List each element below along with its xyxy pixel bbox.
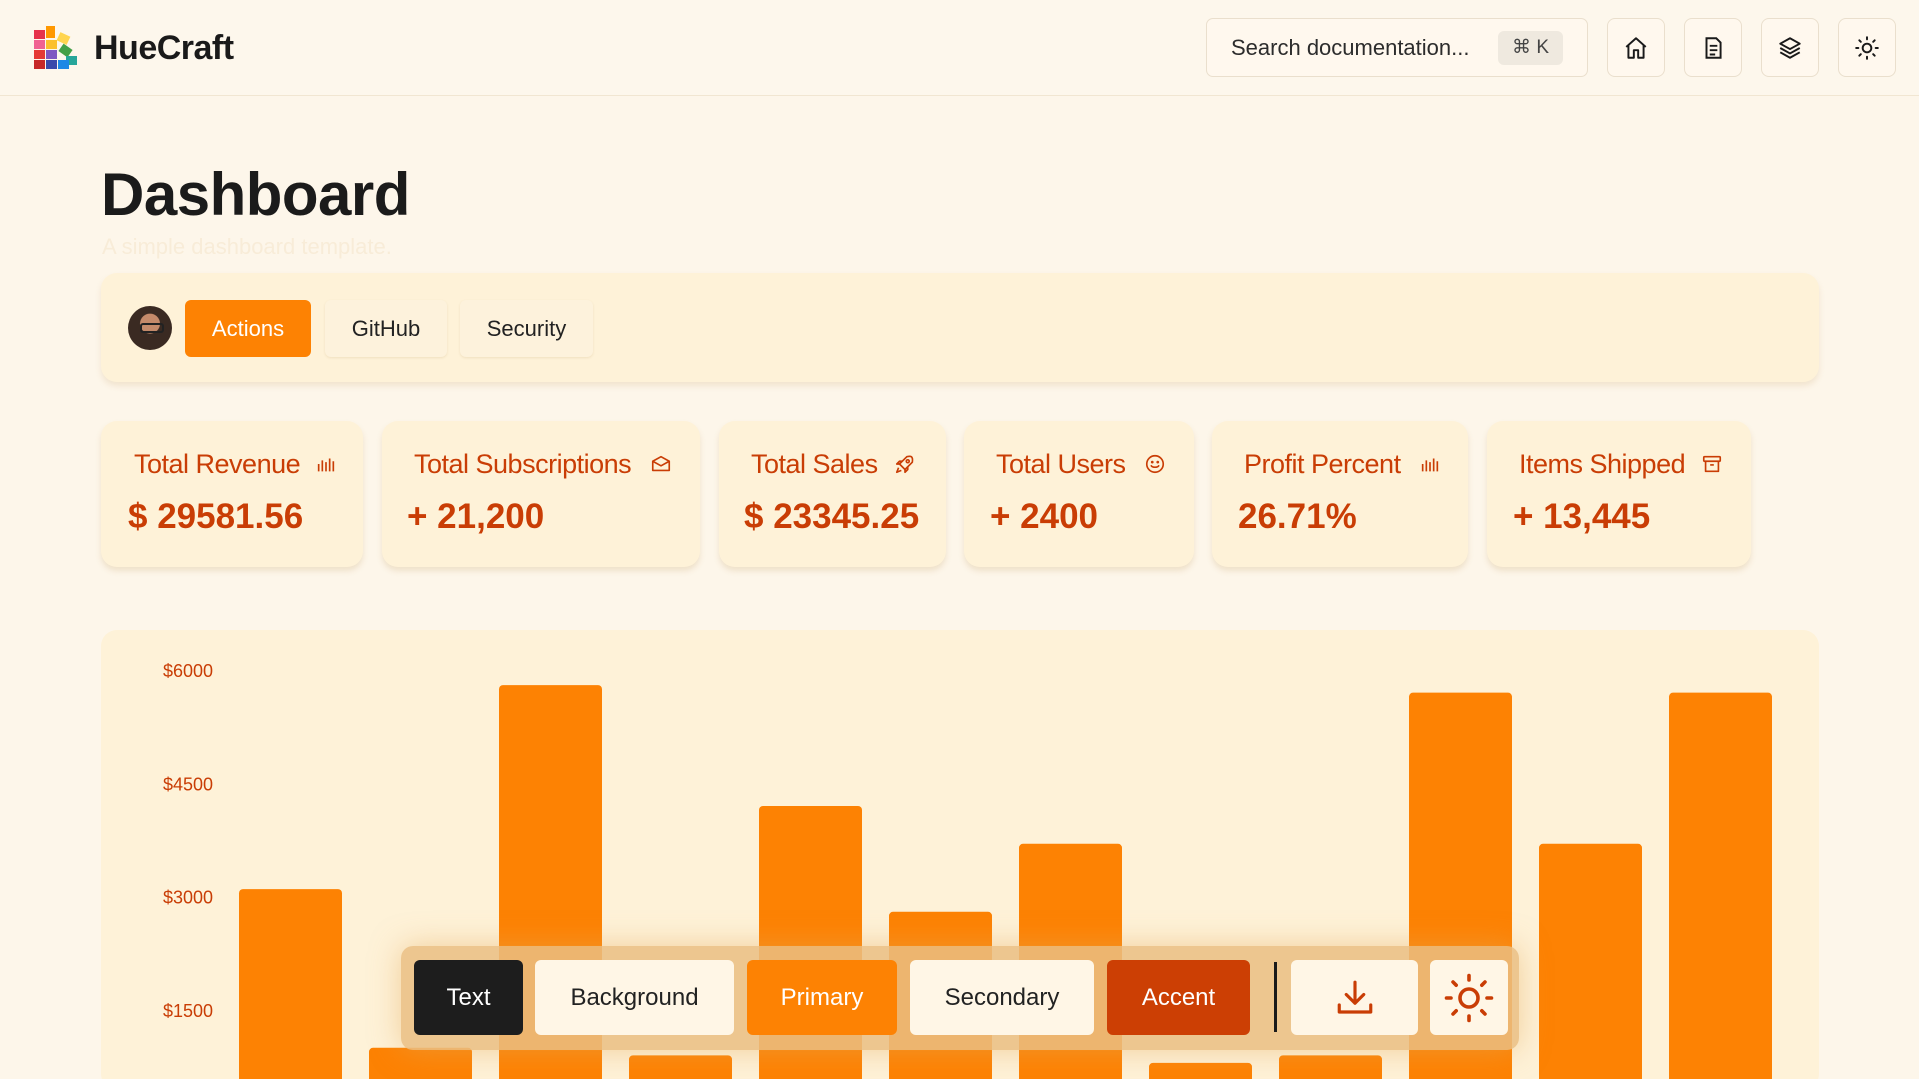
y-tick-label: $6000 (163, 661, 213, 681)
layers-icon (1779, 36, 1801, 59)
palette-background-button[interactable]: Background (535, 960, 734, 1035)
smile-icon (1145, 454, 1165, 474)
stat-label: Total Sales (751, 449, 878, 479)
stat-card-total-revenue: Total Revenue $ 29581.56 (101, 421, 363, 567)
stat-value: + 13,445 (1513, 497, 1651, 536)
rocket-icon (895, 455, 914, 474)
chart-bar[interactable] (369, 1047, 472, 1079)
chart-bar[interactable] (629, 1055, 732, 1079)
docs-button[interactable] (1684, 18, 1742, 77)
sun-icon (1855, 35, 1879, 60)
tab-security[interactable]: Security (460, 300, 593, 357)
document-icon (1705, 36, 1722, 59)
search-shortcut-badge: ⌘ K (1498, 30, 1563, 65)
bar-chart-icon (317, 458, 335, 472)
stat-value: $ 29581.56 (128, 497, 304, 536)
stat-label: Total Revenue (134, 449, 301, 479)
mail-icon (651, 455, 671, 472)
chart-bar[interactable] (1149, 1062, 1252, 1079)
download-icon (1337, 980, 1372, 1014)
search-input[interactable]: Search documentation... ⌘ K (1206, 18, 1588, 77)
page-subtitle: A simple dashboard template. (102, 234, 392, 259)
y-tick-label: $1500 (163, 1001, 213, 1021)
palette-divider (1274, 962, 1277, 1032)
stat-value: 26.71% (1238, 497, 1357, 536)
palette-text-button[interactable]: Text (414, 960, 523, 1035)
stat-card-total-subscriptions: Total Subscriptions + 21,200 (382, 421, 700, 567)
bar-chart-icon (1421, 458, 1439, 472)
sun-icon (1444, 973, 1494, 1022)
brand-logo-icon (34, 26, 80, 70)
layers-button[interactable] (1761, 18, 1819, 77)
stat-card-total-users: Total Users + 2400 (964, 421, 1194, 567)
chart-bar[interactable] (1669, 692, 1772, 1079)
stat-card-items-shipped: Items Shipped + 13,445 (1487, 421, 1751, 567)
chart-bar[interactable] (1279, 1055, 1382, 1079)
y-tick-label: $4500 (163, 774, 213, 794)
chart-bar[interactable] (239, 889, 342, 1079)
color-palette-toolbar: Text Background Primary Secondary Accent (401, 946, 1519, 1050)
tabs-panel: Actions GitHub Security (101, 273, 1819, 382)
home-button[interactable] (1607, 18, 1665, 77)
stat-value: $ 23345.25 (744, 497, 920, 536)
stat-card-profit-percent: Profit Percent 26.71% (1212, 421, 1468, 567)
tab-github[interactable]: GitHub (325, 300, 447, 357)
chart-bar[interactable] (1539, 843, 1642, 1079)
stat-label: Profit Percent (1244, 449, 1401, 479)
tab-actions[interactable]: Actions (185, 300, 311, 357)
palette-secondary-button[interactable]: Secondary (910, 960, 1094, 1035)
stat-value: + 21,200 (407, 497, 545, 536)
stat-label: Total Subscriptions (414, 449, 632, 479)
download-button[interactable] (1291, 960, 1418, 1035)
top-navigation-bar: HueCraft Search documentation... ⌘ K (0, 0, 1919, 96)
brand-name: HueCraft (94, 28, 234, 67)
avatar[interactable] (128, 306, 172, 350)
y-tick-label: $3000 (163, 888, 213, 908)
theme-toggle-button[interactable] (1838, 18, 1896, 77)
stat-label: Items Shipped (1519, 449, 1686, 479)
brand[interactable]: HueCraft (34, 26, 234, 70)
palette-primary-button[interactable]: Primary (747, 960, 897, 1035)
page-title: Dashboard (101, 161, 410, 228)
search-placeholder: Search documentation... (1231, 34, 1470, 60)
stat-label: Total Users (996, 449, 1126, 479)
stat-card-total-sales: Total Sales $ 23345.25 (719, 421, 946, 567)
home-icon (1625, 36, 1647, 59)
palette-accent-button[interactable]: Accent (1107, 960, 1250, 1035)
palette-theme-toggle-button[interactable] (1430, 960, 1508, 1035)
archive-icon (1702, 455, 1722, 473)
stat-value: + 2400 (990, 497, 1099, 536)
